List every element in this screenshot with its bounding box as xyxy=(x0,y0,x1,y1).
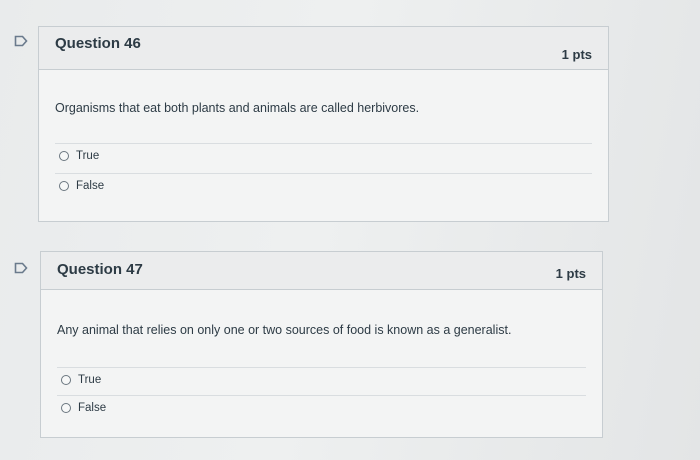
question-card: Question 46 1 pts Organisms that eat bot… xyxy=(38,26,609,222)
question-points: 1 pts xyxy=(555,266,586,281)
answer-label: False xyxy=(76,180,105,192)
question-title: Question 46 xyxy=(55,35,141,52)
answer-label: True xyxy=(78,374,102,386)
question-title: Question 47 xyxy=(57,261,143,278)
radio-button[interactable] xyxy=(61,375,71,385)
radio-button[interactable] xyxy=(59,151,69,161)
flag-question-icon[interactable] xyxy=(14,35,28,47)
question-text: Any animal that relies on only one or tw… xyxy=(57,323,512,337)
answer-option-false[interactable]: False xyxy=(55,173,592,200)
question-header: Question 46 1 pts xyxy=(39,27,608,70)
answer-option-false[interactable]: False xyxy=(57,395,586,422)
answer-label: False xyxy=(78,402,107,414)
answer-label: True xyxy=(76,150,100,162)
question-card: Question 47 1 pts Any animal that relies… xyxy=(40,251,603,438)
question-text: Organisms that eat both plants and anima… xyxy=(55,101,420,115)
question-points: 1 pts xyxy=(561,47,592,62)
flag-question-icon[interactable] xyxy=(14,262,28,274)
answer-option-true[interactable]: True xyxy=(55,143,592,170)
question-header: Question 47 1 pts xyxy=(41,252,602,290)
radio-button[interactable] xyxy=(59,181,69,191)
answer-option-true[interactable]: True xyxy=(57,367,586,394)
radio-button[interactable] xyxy=(61,403,71,413)
